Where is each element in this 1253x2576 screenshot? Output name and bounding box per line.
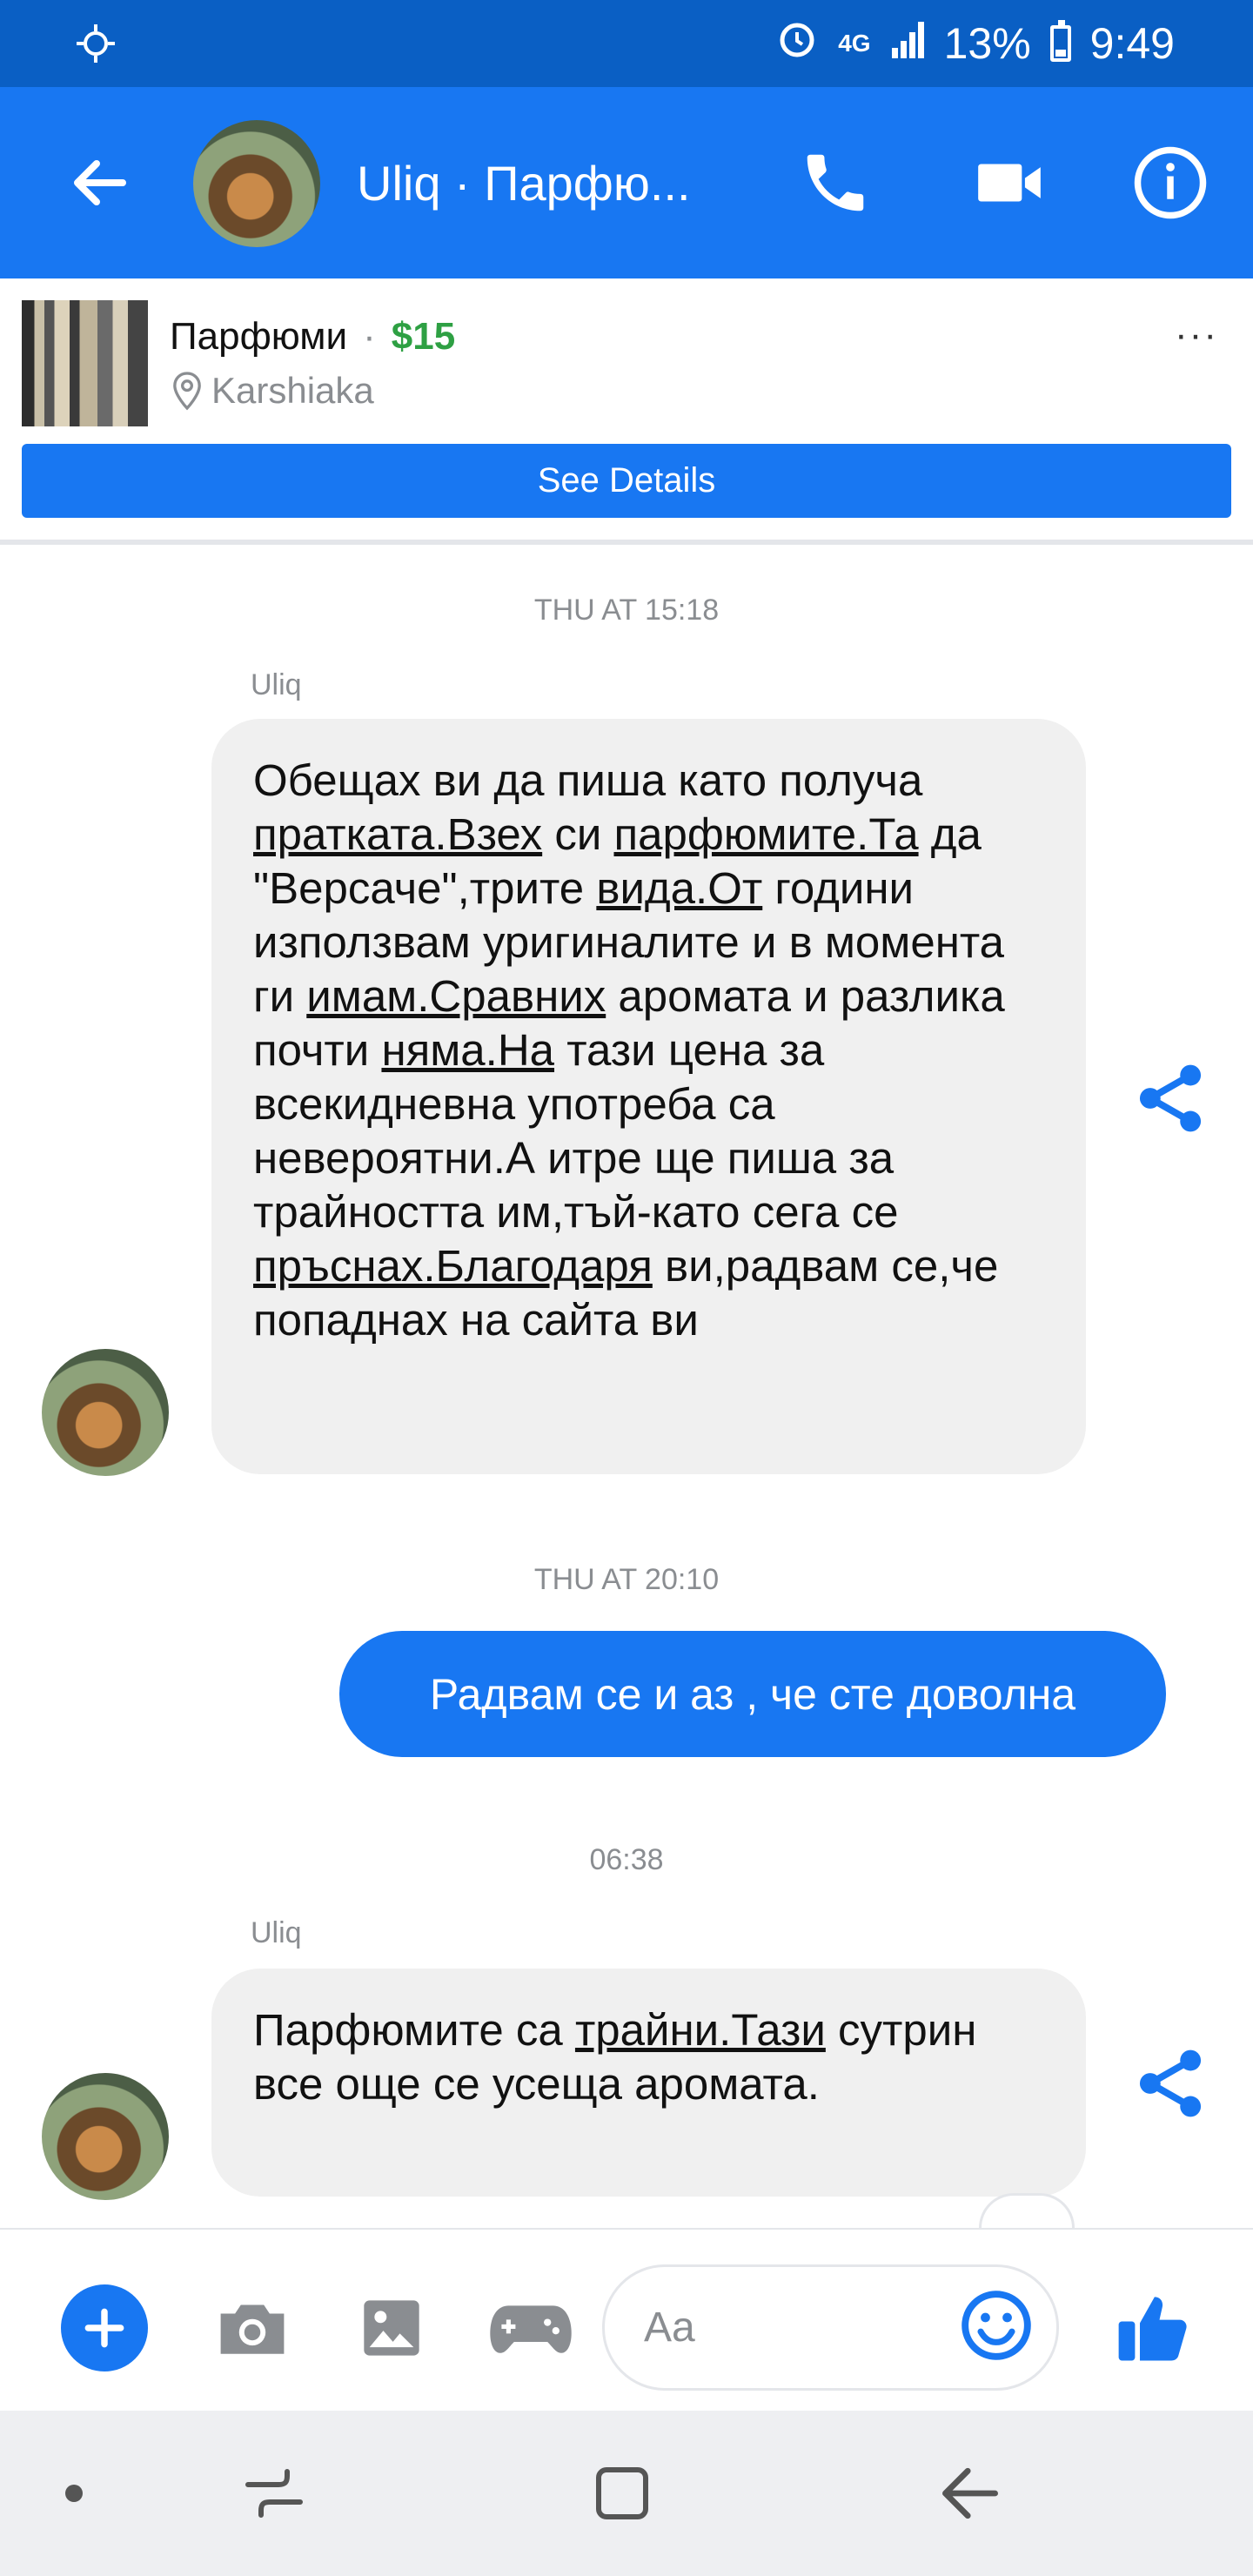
emoji-button[interactable] (953, 2282, 1040, 2369)
message-bubble-incoming[interactable]: Парфюмите са трайни.Тази сутрин все още … (211, 1969, 1086, 2197)
message-bubble-incoming[interactable]: Обещах ви да пиша като получа пратката.В… (211, 719, 1086, 1474)
separator: · (363, 315, 376, 358)
system-navigation-bar (0, 2411, 1253, 2576)
assistant-dot-button[interactable] (52, 2467, 96, 2519)
timestamp: 06:38 (589, 1843, 664, 1876)
home-button[interactable] (574, 2450, 670, 2537)
chat-title[interactable]: Uliq · Парфю... (357, 155, 691, 211)
like-button[interactable] (1105, 2280, 1201, 2376)
listing-title: Парфюми (170, 315, 348, 358)
recents-icon (245, 2469, 303, 2518)
back-arrow-icon (74, 160, 126, 205)
network-type: 4G (838, 30, 871, 57)
listing-location: Karshiaka (170, 370, 374, 412)
marketplace-listing: Парфюми · $15 Karshiaka ··· See Details (0, 278, 1253, 545)
message-text-segment: Обещах ви да пиша като получа (253, 755, 923, 805)
message-text: Обещах ви да пиша като получа пратката.В… (253, 754, 1047, 1347)
listing-thumbnail[interactable] (22, 300, 148, 426)
video-call-button[interactable] (957, 135, 1062, 231)
avatar[interactable] (42, 1349, 169, 1476)
sync-icon (70, 17, 122, 70)
smart-link[interactable]: парфюмите.Та (613, 809, 918, 859)
dot-icon (65, 2485, 83, 2502)
info-icon (1134, 146, 1207, 219)
chat-header: Uliq · Парфю... (0, 87, 1253, 278)
message-text-segment: си (542, 809, 614, 859)
camera-button[interactable] (204, 2284, 300, 2371)
share-button[interactable] (1127, 2040, 1214, 2127)
battery-icon (1049, 20, 1071, 62)
smart-link[interactable]: няма.На (381, 1025, 554, 1075)
sender-name: Uliq (251, 1916, 302, 1949)
message-text: Парфюмите са трайни.Тази сутрин все още … (253, 2003, 1047, 2111)
emoji-icon (962, 2291, 1031, 2360)
reaction-button[interactable] (979, 2193, 1075, 2228)
status-indicators: 4G 13% 9:49 (775, 16, 1175, 71)
games-button[interactable] (483, 2284, 579, 2371)
input-placeholder: Aa (644, 2304, 695, 2351)
recents-button[interactable] (226, 2450, 322, 2537)
location-pin-icon (173, 372, 201, 411)
smart-link[interactable]: вида.От (596, 863, 762, 913)
smart-link[interactable]: имам.Сравних (306, 971, 606, 1021)
see-details-button[interactable]: See Details (22, 444, 1231, 518)
home-icon (596, 2467, 648, 2519)
timestamp: THU AT 15:18 (533, 594, 720, 627)
back-nav-icon (942, 2467, 998, 2519)
thumbs-up-icon (1118, 2297, 1187, 2361)
clock: 9:49 (1089, 19, 1175, 68)
more-options-button[interactable]: ··· (1162, 313, 1231, 366)
sender-name: Uliq (251, 668, 302, 701)
smart-link[interactable]: пръснах.Благодаря (253, 1241, 653, 1291)
timestamp: THU AT 20:10 (533, 1563, 720, 1596)
back-nav-button[interactable] (922, 2450, 1018, 2537)
video-camera-icon (978, 164, 1041, 202)
share-button[interactable] (1127, 1055, 1214, 1142)
location-label: Karshiaka (211, 370, 374, 411)
alarm-icon (775, 17, 819, 70)
gamepad-icon (490, 2305, 572, 2353)
signal-icon (890, 18, 925, 69)
gallery-button[interactable] (344, 2284, 439, 2371)
avatar[interactable] (193, 120, 320, 247)
more-actions-button[interactable] (61, 2284, 148, 2371)
smart-link[interactable]: трайни.Тази (575, 2005, 826, 2055)
share-icon (1139, 1064, 1202, 1132)
battery-percent: 13% (943, 19, 1031, 68)
smart-link[interactable]: пратката.Взех (253, 809, 542, 859)
message-text-segment: Парфюмите са (253, 2005, 575, 2055)
message-bubble-outgoing[interactable]: Радвам се и аз , че сте доволна (339, 1631, 1166, 1757)
call-button[interactable] (783, 135, 888, 231)
plus-icon (84, 2308, 124, 2348)
listing-title-row: Парфюми · $15 (170, 315, 455, 359)
camera-icon (220, 2304, 285, 2354)
share-icon (1139, 2049, 1202, 2117)
phone-icon (807, 154, 864, 211)
info-button[interactable] (1122, 135, 1218, 231)
status-bar: 4G 13% 9:49 (0, 0, 1253, 87)
message-composer: Aa (0, 2228, 1253, 2412)
avatar[interactable] (42, 2073, 169, 2200)
listing-price: $15 (391, 315, 456, 358)
image-icon (364, 2300, 419, 2356)
back-button[interactable] (52, 135, 148, 231)
